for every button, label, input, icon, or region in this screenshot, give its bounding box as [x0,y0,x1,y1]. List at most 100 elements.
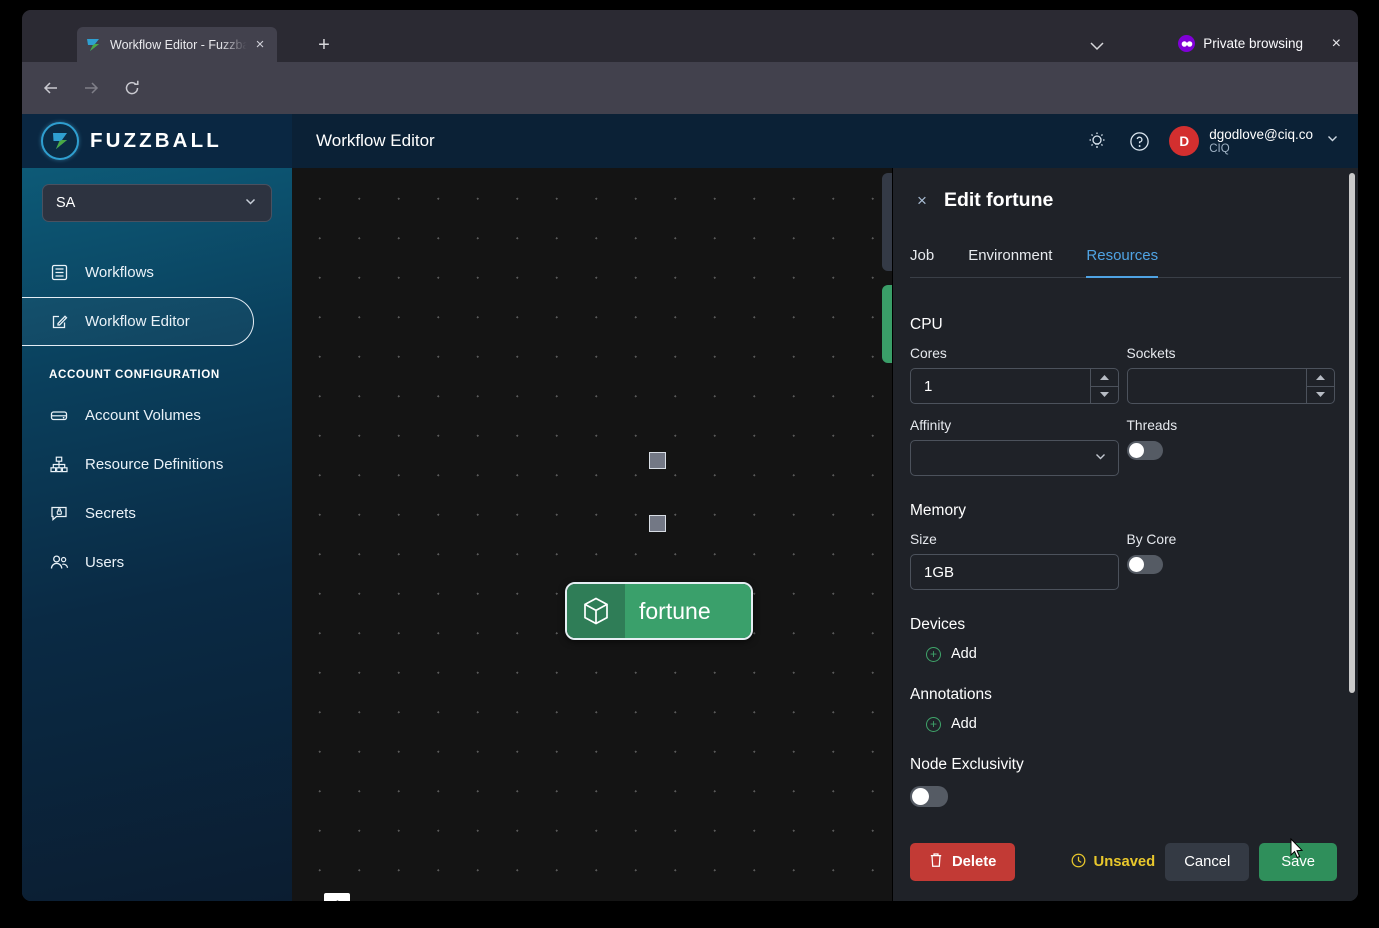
sidebar-item-label: Workflow Editor [85,313,190,330]
zoom-in-button[interactable] [324,893,350,901]
sockets-value[interactable] [1128,369,1307,403]
node-exclusivity-toggle[interactable] [910,786,948,807]
tab-list-chevron-down-icon[interactable] [1084,36,1110,56]
tab-resources[interactable]: Resources [1086,247,1159,278]
panel-close-icon[interactable]: × [917,192,927,209]
memory-size-value: 1GB [924,563,955,581]
memory-size-label: Size [910,532,937,547]
memory-row: Size 1GB By Core [910,532,1335,590]
section-title-cpu: CPU [910,316,943,333]
delete-label: Delete [952,854,997,870]
header-actions: D dgodlove@ciq.co CIQ [1085,114,1340,168]
sidebar: SA Workflows Workflow Editor ACCOUNT CON… [22,168,292,901]
account-select[interactable]: SA [42,184,272,222]
sidebar-config-nav: Account Volumes Resource Definitions Sec… [22,391,292,587]
cpu-row-1: Cores 1 Sockets [910,346,1335,404]
by-core-label: By Core [1126,532,1177,547]
node-label: fortune [639,597,711,624]
sitemap-icon [49,455,69,475]
sidebar-section-title: ACCOUNT CONFIGURATION [49,368,220,381]
browser-tab[interactable]: Workflow Editor - Fuzzball × [77,27,277,63]
add-device-button[interactable]: + Add [910,646,1335,662]
memory-size-input[interactable]: 1GB [910,554,1119,590]
canvas-zoom-controls [324,893,350,901]
sidebar-item-secrets[interactable]: Secrets [22,489,292,538]
browser-tab-title: Workflow Editor - Fuzzball [110,38,251,52]
panel-title: Edit fortune [943,189,1054,211]
tab-environment[interactable]: Environment [968,247,1052,278]
chevron-down-icon [1325,131,1340,151]
cancel-button[interactable]: Cancel [1165,843,1250,881]
help-question-icon[interactable] [1127,129,1151,153]
node-handle-top[interactable] [649,452,666,469]
add-annotation-button[interactable]: + Add [910,716,1335,732]
reload-icon[interactable] [117,73,147,103]
affinity-select[interactable] [910,440,1119,476]
tab-job[interactable]: Job [910,247,934,278]
list-icon [49,263,69,283]
sidebar-nav: Workflows Workflow Editor [22,248,292,346]
forward-icon[interactable] [76,73,106,103]
sockets-increment-icon[interactable] [1307,369,1334,387]
delete-button[interactable]: Delete [910,843,1016,881]
tab-close-icon[interactable]: × [251,36,269,54]
sidebar-item-label: Resource Definitions [85,456,224,473]
cores-increment-icon[interactable] [1090,369,1118,387]
section-title-devices: Devices [910,616,966,633]
panel-body: CPU Cores 1 Sockets Affinity Threads Mem… [893,298,1358,846]
sockets-decrement-icon[interactable] [1307,387,1334,404]
sidebar-item-resource-definitions[interactable]: Resource Definitions [22,440,292,489]
panel-footer: Delete Unsaved Cancel Save [893,823,1358,901]
by-core-toggle[interactable] [1126,555,1163,574]
fuzzball-app: FUZZBALL Workflow Editor D dgodlove@ciq.… [22,114,1358,901]
node-handle-bottom[interactable] [649,515,666,532]
cpu-row-2: Affinity Threads [910,418,1335,476]
panel-scrollbar[interactable] [1349,173,1355,693]
trash-icon [929,852,943,872]
panel-tabs: Job Environment Resources [910,226,1341,278]
sockets-spinner [1306,369,1334,403]
user-org: CIQ [1209,142,1230,155]
threads-toggle[interactable] [1126,441,1163,460]
user-menu[interactable]: D dgodlove@ciq.co CIQ [1169,126,1340,156]
sockets-label: Sockets [1126,346,1176,361]
private-mask-icon [1178,35,1196,52]
cores-decrement-icon[interactable] [1091,387,1118,404]
cores-stepper[interactable]: 1 [910,368,1119,404]
browser-window: Workflow Editor - Fuzzball × + Private b… [22,10,1358,901]
brand-logo[interactable]: FUZZBALL [22,114,292,168]
app-header: FUZZBALL Workflow Editor D dgodlove@ciq.… [22,114,1358,168]
cores-spinner [1089,369,1118,404]
node-body: fortune [625,584,751,638]
sidebar-item-label: Users [85,554,125,571]
mouse-cursor [1290,837,1304,859]
sidebar-item-label: Workflows [85,264,154,281]
window-close-icon[interactable]: × [1332,35,1341,53]
chevron-down-icon [243,194,258,213]
brand-text: FUZZBALL [90,129,222,152]
affinity-label: Affinity [910,418,952,433]
sidebar-item-workflow-editor[interactable]: Workflow Editor [22,297,254,346]
workflow-node-fortune[interactable]: fortune [565,582,753,640]
edit-panel: × Edit fortune Job Environment Resources… [892,168,1358,901]
users-icon [49,553,69,573]
new-tab-button[interactable]: + [310,33,338,59]
secret-badge-icon [49,504,69,524]
status-label: Unsaved [1093,854,1156,870]
sidebar-item-account-volumes[interactable]: Account Volumes [22,391,292,440]
plus-circle-icon: + [926,646,941,662]
sidebar-item-users[interactable]: Users [22,538,292,587]
sidebar-item-workflows[interactable]: Workflows [22,248,292,297]
add-annotation-label: Add [951,716,977,732]
cores-value[interactable]: 1 [911,369,1090,403]
toggle-knob [1128,557,1144,572]
back-icon[interactable] [36,73,66,103]
theme-lightbulb-icon[interactable] [1085,129,1109,153]
drive-icon [49,406,69,426]
cores-label: Cores [910,346,947,361]
chevron-down-icon [1093,449,1108,467]
fuzzball-logo-icon [41,122,79,160]
sockets-stepper[interactable] [1126,368,1335,404]
plus-circle-icon: + [926,716,941,732]
toggle-knob [1128,443,1144,458]
